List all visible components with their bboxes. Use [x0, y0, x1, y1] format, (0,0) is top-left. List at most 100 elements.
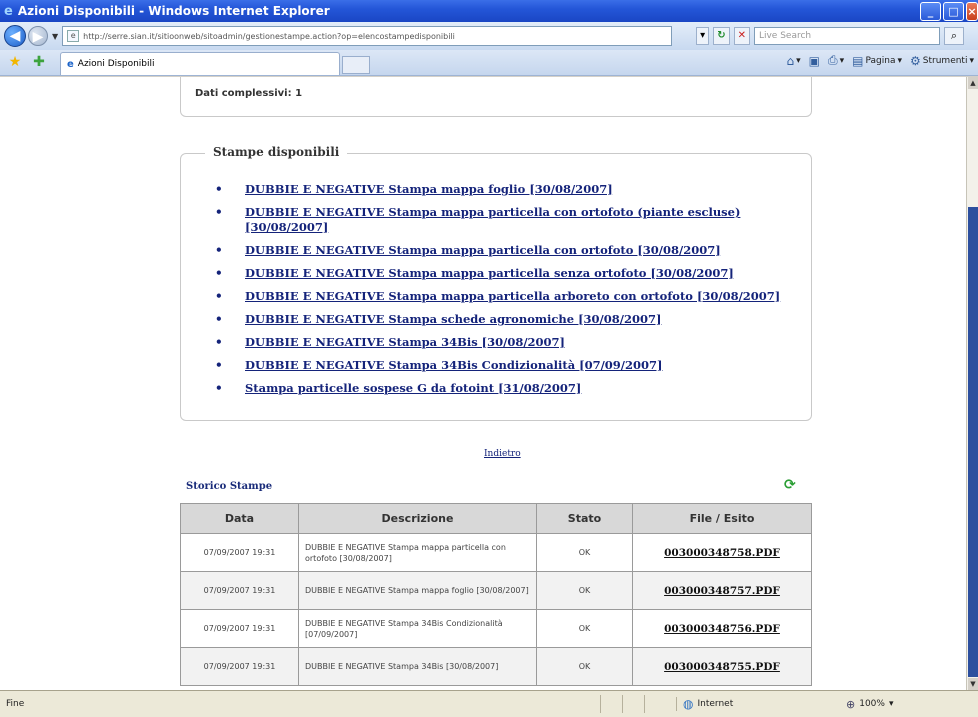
- file-link[interactable]: 003000348758.PDF: [632, 533, 812, 572]
- storico-stampe-title: Storico Stampe: [186, 481, 273, 492]
- storico-table: Data Descrizione Stato File / Esito 07/0…: [180, 503, 812, 686]
- refresh-button[interactable]: ↻: [713, 27, 730, 45]
- cell-data: 07/09/2007 19:31: [180, 647, 299, 686]
- cell-stato: OK: [536, 533, 633, 572]
- cell-data: 07/09/2007 19:31: [180, 533, 299, 572]
- zoom-icon: ⊕: [846, 697, 856, 711]
- tools-menu-label: Strumenti: [922, 55, 968, 66]
- page-content: Dati complessivi: 1 Stampe disponibili D…: [0, 77, 966, 690]
- stampa-link[interactable]: DUBBIE E NEGATIVE Stampa 34Bis Condizion…: [215, 358, 795, 373]
- window-title-bar: e Azioni Disponibili - Windows Internet …: [0, 0, 978, 22]
- print-button[interactable]: ⎙ ▾: [828, 53, 844, 68]
- new-tab-button[interactable]: [342, 56, 370, 74]
- stampe-disponibili-box: Stampe disponibili DUBBIE E NEGATIVE Sta…: [180, 145, 812, 421]
- stampa-link[interactable]: Stampa particelle sospese G da fotoint […: [215, 381, 795, 396]
- table-row: 07/09/2007 19:31 DUBBIE E NEGATIVE Stamp…: [180, 571, 812, 610]
- globe-icon: ◍: [683, 697, 694, 711]
- table-row: 07/09/2007 19:31 DUBBIE E NEGATIVE Stamp…: [180, 647, 812, 686]
- stampe-list: DUBBIE E NEGATIVE Stampa mappa foglio [3…: [215, 182, 795, 404]
- home-button[interactable]: ⌂ ▾: [787, 54, 801, 68]
- window-title: Azioni Disponibili - Windows Internet Ex…: [17, 4, 330, 18]
- cell-descrizione: DUBBIE E NEGATIVE Stampa 34Bis [30/08/20…: [298, 647, 537, 686]
- page-icon: e: [67, 30, 80, 42]
- summary-label: Dati complessivi: 1: [195, 88, 303, 99]
- cell-stato: OK: [536, 571, 633, 610]
- stampa-link[interactable]: DUBBIE E NEGATIVE Stampa mappa particell…: [215, 266, 795, 281]
- indietro-link[interactable]: Indietro: [484, 449, 521, 459]
- add-favorites-icon[interactable]: ✚: [30, 52, 48, 72]
- zoom-control[interactable]: ⊕ 100% ▾: [846, 698, 893, 711]
- file-link[interactable]: 003000348755.PDF: [632, 647, 812, 686]
- stampa-link[interactable]: DUBBIE E NEGATIVE Stampa schede agronomi…: [215, 312, 795, 327]
- tools-menu[interactable]: ⚙ Strumenti ▾: [910, 54, 974, 68]
- minimize-button[interactable]: _: [920, 2, 941, 21]
- status-segment: [622, 695, 644, 713]
- cell-descrizione: DUBBIE E NEGATIVE Stampa 34Bis Condizion…: [298, 609, 537, 648]
- zoom-dropdown-icon[interactable]: ▾: [889, 699, 894, 709]
- cell-data: 07/09/2007 19:31: [180, 571, 299, 610]
- status-text: Fine: [6, 699, 25, 709]
- table-row: 07/09/2007 19:31 DUBBIE E NEGATIVE Stamp…: [180, 533, 812, 572]
- page-menu[interactable]: ▤ Pagina ▾: [852, 54, 902, 68]
- cell-descrizione: DUBBIE E NEGATIVE Stampa mappa particell…: [298, 533, 537, 572]
- cell-descrizione: DUBBIE E NEGATIVE Stampa mappa foglio [3…: [298, 571, 537, 610]
- tab-label: Azioni Disponibili: [77, 59, 155, 69]
- address-tools: ▾ ↻ ✕ Live Search ⌕: [696, 27, 964, 45]
- scrollbar-thumb[interactable]: [968, 207, 978, 677]
- scroll-up-icon[interactable]: ▲: [968, 77, 978, 89]
- status-segment: [644, 695, 666, 713]
- maximize-button[interactable]: □: [943, 2, 964, 21]
- stampa-link[interactable]: DUBBIE E NEGATIVE Stampa mappa particell…: [215, 205, 795, 235]
- page-menu-label: Pagina: [865, 55, 896, 66]
- vertical-scrollbar[interactable]: ▲ ▼: [966, 77, 978, 690]
- home-icon: ⌂: [786, 53, 795, 68]
- favorites-star-icon[interactable]: ★: [6, 52, 24, 72]
- ie-icon: e: [4, 3, 13, 19]
- status-bar: Fine ◍ Internet ⊕ 100% ▾: [0, 690, 978, 717]
- search-input[interactable]: Live Search: [753, 27, 940, 45]
- command-bar: ⌂ ▾ ▣ ⎙ ▾ ▤ Pagina ▾ ⚙ Strumenti ▾: [787, 53, 974, 68]
- url-text: http://serre.sian.it/sitioonweb/sitoadmi…: [83, 31, 455, 41]
- forward-button[interactable]: ▶: [28, 26, 48, 46]
- tab-bar: ★ ✚ e Azioni Disponibili ⌂ ▾ ▣ ⎙ ▾ ▤ Pagina…: [0, 50, 978, 76]
- stampa-link[interactable]: DUBBIE E NEGATIVE Stampa mappa particell…: [215, 243, 795, 258]
- cell-data: 07/09/2007 19:31: [180, 609, 299, 648]
- address-toolbar: ◀ ▶ ▼ e http://serre.sian.it/sitioonweb/…: [0, 22, 978, 50]
- search-icon[interactable]: ⌕: [943, 27, 964, 45]
- zoom-label: 100%: [859, 699, 885, 709]
- security-zone: ◍ Internet: [676, 697, 826, 711]
- tab-page-icon: e: [67, 58, 74, 70]
- refresh-icon[interactable]: ⟳: [784, 477, 796, 493]
- stampa-link[interactable]: DUBBIE E NEGATIVE Stampa 34Bis [30/08/20…: [215, 335, 795, 350]
- history-dropdown-icon[interactable]: ▼: [52, 32, 58, 41]
- close-button[interactable]: ×: [966, 2, 978, 21]
- tab-azioni-disponibili[interactable]: e Azioni Disponibili: [60, 52, 340, 75]
- feeds-icon: ▣: [808, 53, 821, 68]
- file-link[interactable]: 003000348757.PDF: [632, 571, 812, 610]
- table-row: 07/09/2007 19:31 DUBBIE E NEGATIVE Stamp…: [180, 609, 812, 648]
- stop-button[interactable]: ✕: [733, 27, 750, 45]
- gear-icon: ⚙: [910, 53, 921, 68]
- stampa-link[interactable]: DUBBIE E NEGATIVE Stampa mappa foglio [3…: [215, 182, 795, 197]
- address-input[interactable]: e http://serre.sian.it/sitioonweb/sitoad…: [62, 26, 673, 46]
- feeds-button[interactable]: ▣: [809, 54, 820, 68]
- cell-stato: OK: [536, 647, 633, 686]
- cell-stato: OK: [536, 609, 633, 648]
- column-header-descrizione: Descrizione: [298, 503, 537, 534]
- print-icon: ⎙: [828, 53, 838, 67]
- file-link[interactable]: 003000348756.PDF: [632, 609, 812, 648]
- zone-label: Internet: [697, 699, 734, 709]
- scroll-down-icon[interactable]: ▼: [968, 678, 978, 690]
- column-header-data: Data: [180, 503, 299, 534]
- stampe-disponibili-legend: Stampe disponibili: [205, 145, 348, 159]
- status-segment: [600, 695, 622, 713]
- back-button[interactable]: ◀: [4, 25, 26, 47]
- summary-box: Dati complessivi: 1: [180, 77, 812, 117]
- window-controls: _ □ ×: [920, 2, 978, 21]
- page-menu-icon: ▤: [852, 53, 864, 68]
- column-header-file: File / Esito: [632, 503, 812, 534]
- table-header-row: Data Descrizione Stato File / Esito: [180, 503, 812, 534]
- stampa-link[interactable]: DUBBIE E NEGATIVE Stampa mappa particell…: [215, 289, 795, 304]
- column-header-stato: Stato: [536, 503, 633, 534]
- address-dropdown-button[interactable]: ▾: [696, 27, 710, 45]
